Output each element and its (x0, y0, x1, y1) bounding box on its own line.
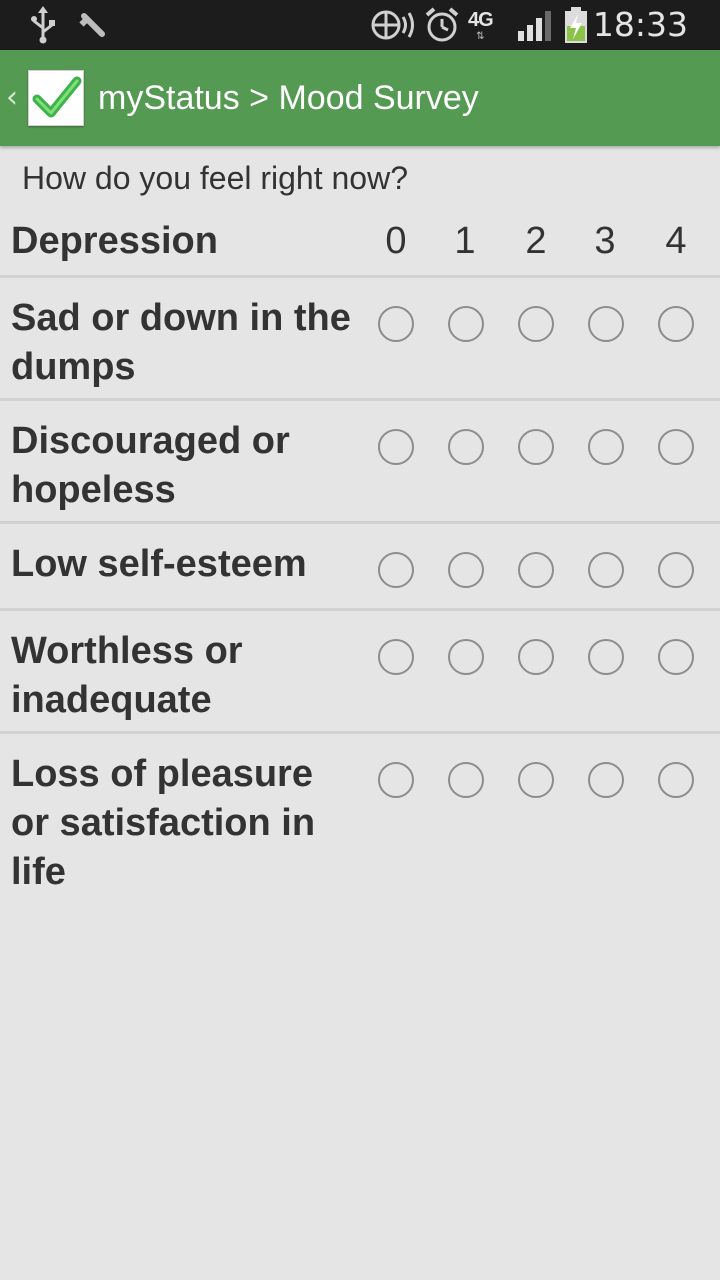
up-navigation-icon[interactable]: ‹ (6, 80, 18, 115)
status-bar: 4G ⇅ 18:33 (0, 0, 720, 50)
radio-button-2[interactable] (518, 306, 554, 342)
usb-icon (30, 0, 56, 50)
survey-item: Low self-esteem (0, 524, 720, 608)
radio-button-0[interactable] (378, 552, 414, 588)
app-logo-checkmark-icon[interactable] (28, 70, 84, 126)
radio-button-3[interactable] (588, 552, 624, 588)
survey-prompt: How do you feel right now? (22, 160, 408, 196)
radio-button-3[interactable] (588, 429, 624, 465)
survey-item: Discouraged or hopeless (0, 401, 720, 521)
radio-button-4[interactable] (658, 762, 694, 798)
scale-header: Depression 0 1 2 3 4 (0, 216, 720, 276)
category-title: Depression (11, 220, 218, 262)
radio-button-1[interactable] (448, 429, 484, 465)
survey-item: Loss of pleasure or satisfaction in life (0, 734, 720, 904)
network-type-label: 4G (468, 8, 494, 31)
sync-icon (370, 0, 418, 50)
radio-button-0[interactable] (378, 639, 414, 675)
survey-item-label: Discouraged or hopeless (11, 420, 290, 511)
survey-item-label: Loss of pleasure or satisfaction in life (11, 753, 316, 893)
radio-button-0[interactable] (378, 429, 414, 465)
clock: 18:33 (592, 5, 688, 44)
scale-label-3: 3 (594, 220, 616, 262)
alarm-icon (424, 0, 460, 50)
radio-button-2[interactable] (518, 639, 554, 675)
scale-label-4: 4 (665, 220, 687, 262)
survey-item: Sad or down in the dumps (0, 278, 720, 398)
signal-icon (516, 0, 554, 50)
radio-button-4[interactable] (658, 306, 694, 342)
radio-button-0[interactable] (378, 306, 414, 342)
action-bar: ‹ myStatus > Mood Survey (0, 50, 720, 146)
battery-charging-icon (563, 0, 589, 50)
survey-item-label: Sad or down in the dumps (11, 297, 351, 388)
scale-label-2: 2 (525, 220, 547, 262)
screen-title[interactable]: myStatus > Mood Survey (98, 50, 479, 146)
tool-icon (78, 0, 108, 50)
app-screen: 4G ⇅ 18:33 ‹ myStatus > Mood Survey How … (0, 0, 720, 1280)
radio-button-4[interactable] (658, 639, 694, 675)
radio-button-2[interactable] (518, 762, 554, 798)
survey-item-label: Worthless or inadequate (11, 630, 243, 721)
radio-button-0[interactable] (378, 762, 414, 798)
scale-label-0: 0 (385, 220, 407, 262)
network-4g-icon: 4G ⇅ (468, 8, 494, 42)
radio-button-3[interactable] (588, 762, 624, 798)
radio-button-2[interactable] (518, 552, 554, 588)
radio-button-1[interactable] (448, 306, 484, 342)
radio-button-1[interactable] (448, 762, 484, 798)
radio-button-3[interactable] (588, 639, 624, 675)
survey-item: Worthless or inadequate (0, 611, 720, 731)
radio-button-4[interactable] (658, 429, 694, 465)
radio-button-2[interactable] (518, 429, 554, 465)
radio-button-1[interactable] (448, 639, 484, 675)
scale-label-1: 1 (454, 220, 476, 262)
survey-item-label: Low self-esteem (11, 543, 307, 585)
radio-button-1[interactable] (448, 552, 484, 588)
radio-button-3[interactable] (588, 306, 624, 342)
radio-button-4[interactable] (658, 552, 694, 588)
